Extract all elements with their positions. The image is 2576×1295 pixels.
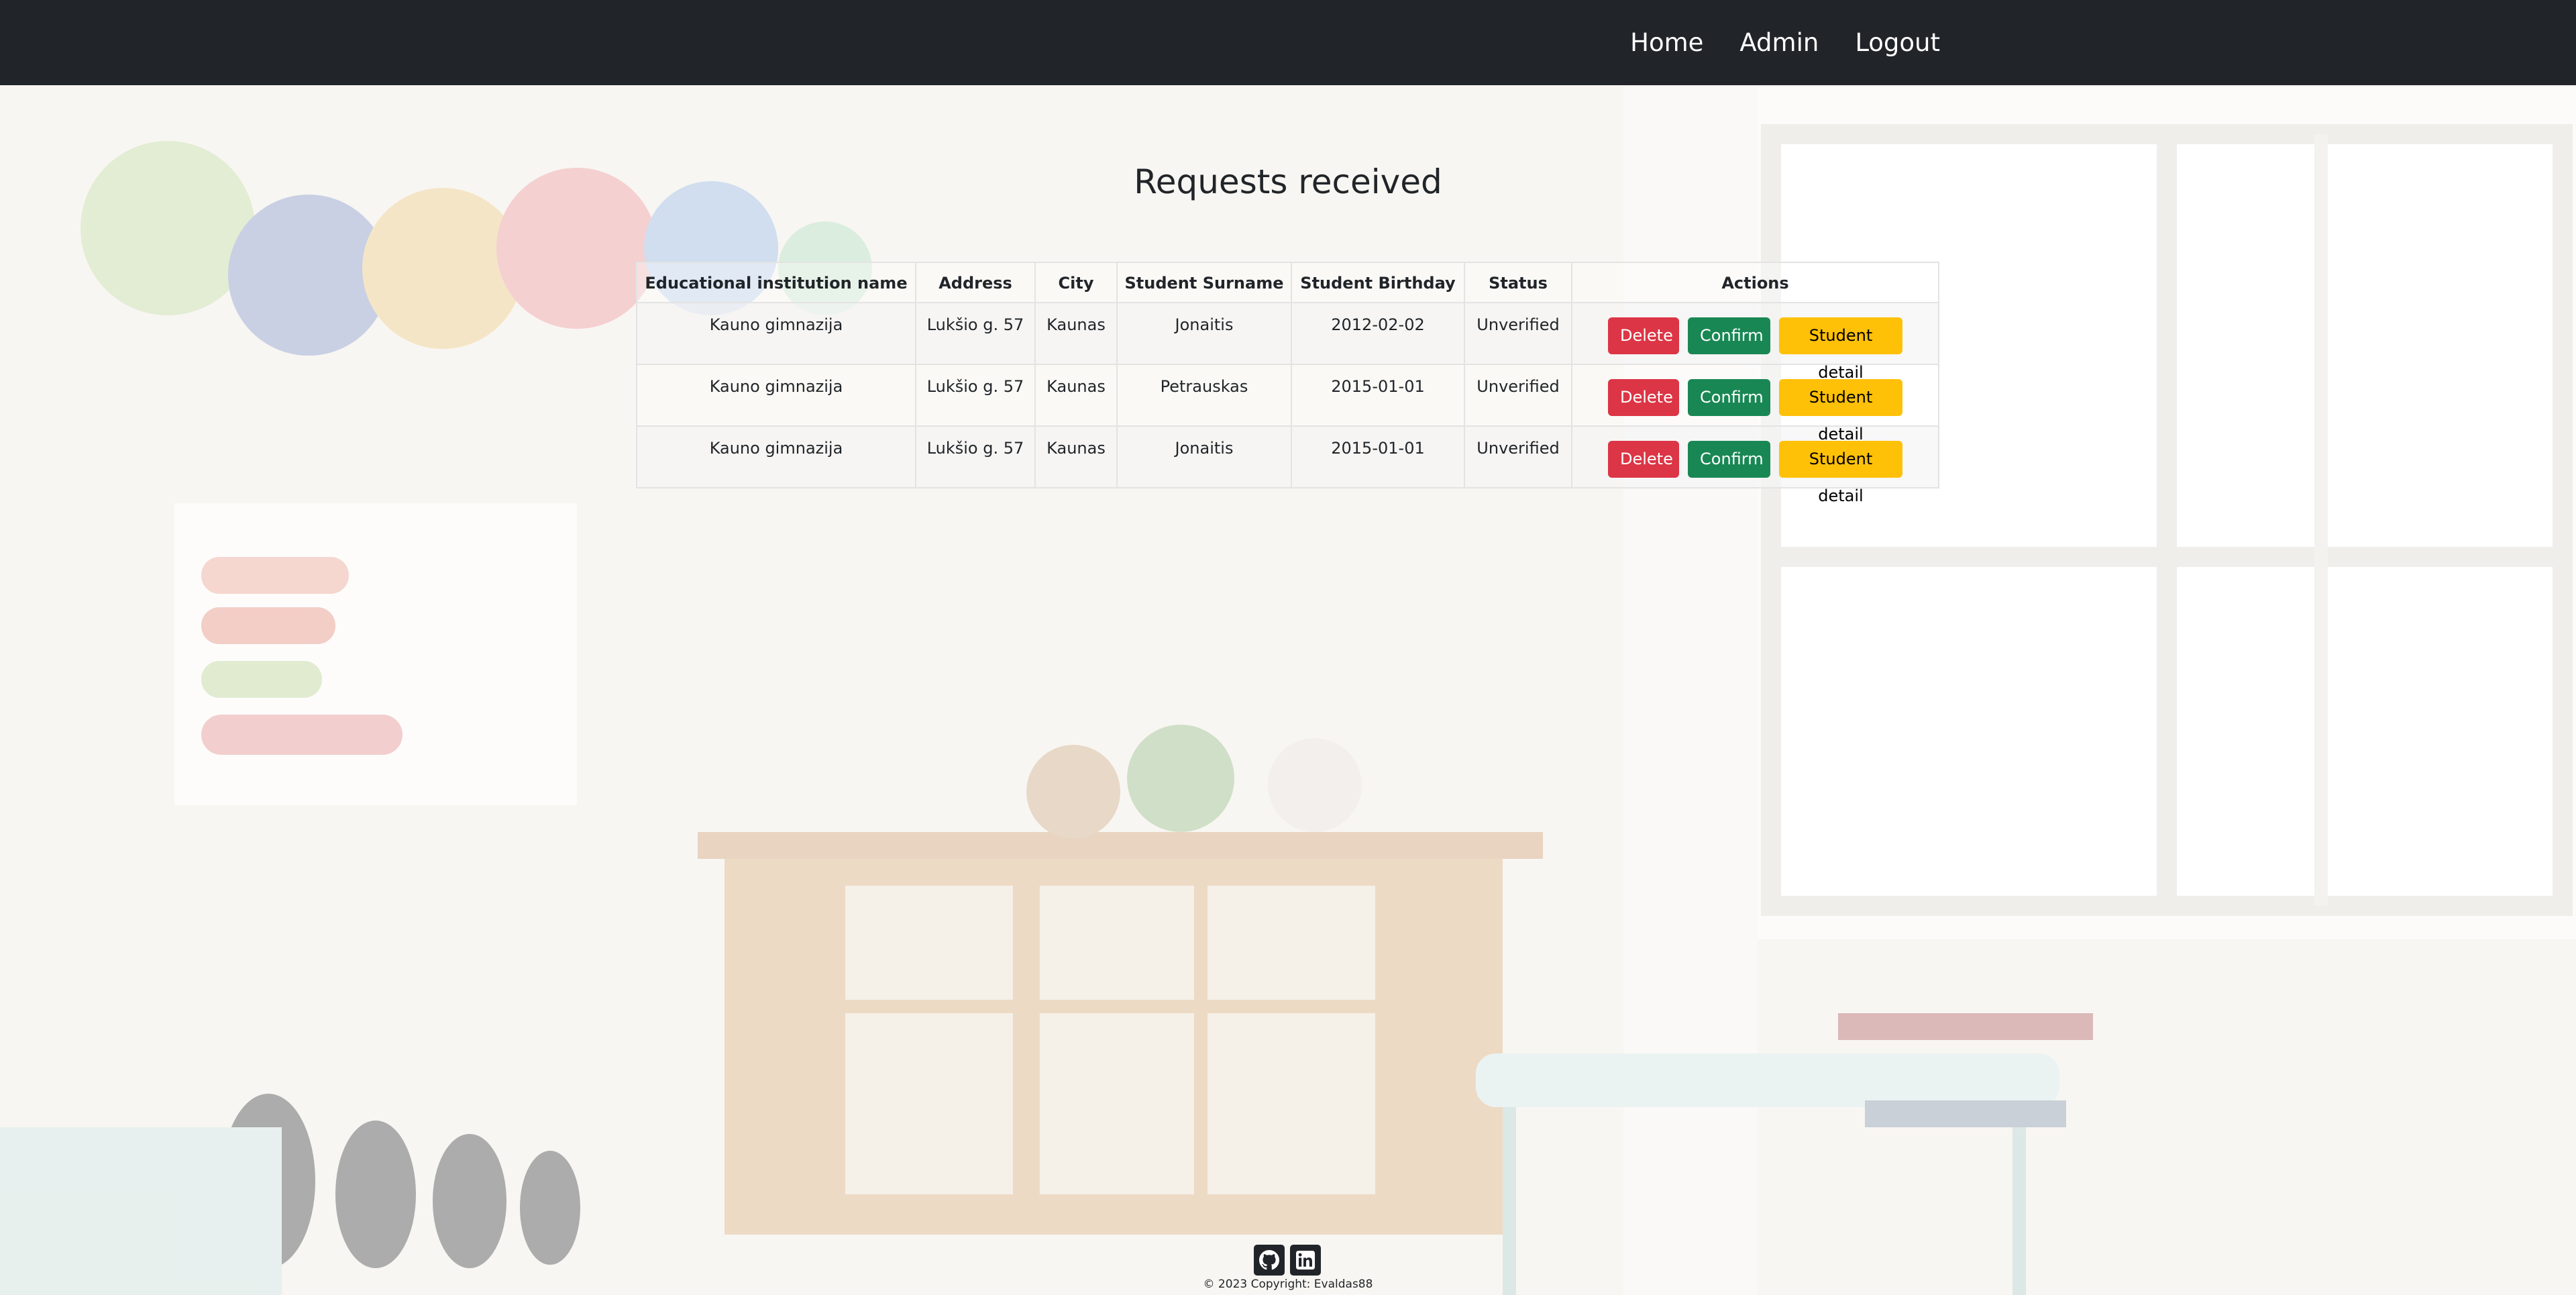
confirm-button[interactable]: Confirm xyxy=(1688,441,1770,478)
cell-institution: Kauno gimnazija xyxy=(636,364,916,427)
delete-button[interactable]: Delete xyxy=(1608,441,1679,478)
cell-address: Lukšio g. 57 xyxy=(915,302,1036,365)
row-actions: Delete Confirm Student detail xyxy=(1579,312,1931,382)
cell-surname: Jonaitis xyxy=(1116,302,1292,365)
page-title: Requests received xyxy=(1134,162,1442,201)
table-row: Kauno gimnazija Lukšio g. 57 Kaunas Jona… xyxy=(636,425,1939,505)
cell-birthday: 2015-01-01 xyxy=(1291,364,1465,427)
cell-address: Lukšio g. 57 xyxy=(915,425,1036,488)
requests-table-container: Educational institution name Address Cit… xyxy=(636,262,1939,505)
confirm-button[interactable]: Confirm xyxy=(1688,317,1770,354)
header-city: City xyxy=(1034,262,1118,303)
cell-status: Unverified xyxy=(1464,302,1572,365)
table-row: Kauno gimnazija Lukšio g. 57 Kaunas Petr… xyxy=(636,364,1939,444)
nav-links: Home Admin Logout xyxy=(1630,0,1940,85)
header-address: Address xyxy=(915,262,1036,303)
cell-birthday: 2012-02-02 xyxy=(1291,302,1465,365)
cell-address: Lukšio g. 57 xyxy=(915,364,1036,427)
github-icon-glyph xyxy=(1259,1250,1279,1270)
cell-status: Unverified xyxy=(1464,425,1572,488)
cell-actions: Delete Confirm Student detail xyxy=(1571,364,1939,444)
cell-institution: Kauno gimnazija xyxy=(636,302,916,365)
cell-birthday: 2015-01-01 xyxy=(1291,425,1465,488)
delete-button[interactable]: Delete xyxy=(1608,379,1679,416)
cell-city: Kaunas xyxy=(1034,364,1118,427)
header-status: Status xyxy=(1464,262,1572,303)
student-detail-button[interactable]: Student detail xyxy=(1779,379,1902,444)
delete-button[interactable]: Delete xyxy=(1608,317,1679,354)
cell-institution: Kauno gimnazija xyxy=(636,425,916,488)
cell-surname: Petrauskas xyxy=(1116,364,1292,427)
navbar: Home Admin Logout xyxy=(0,0,2576,85)
row-actions: Delete Confirm Student detail xyxy=(1579,435,1931,505)
nav-logout-link[interactable]: Logout xyxy=(1855,28,1940,57)
cell-city: Kaunas xyxy=(1034,425,1118,488)
linkedin-icon[interactable] xyxy=(1290,1245,1321,1276)
nav-admin-link[interactable]: Admin xyxy=(1739,28,1819,57)
linkedin-icon-glyph xyxy=(1296,1251,1315,1270)
student-detail-button[interactable]: Student detail xyxy=(1779,441,1902,505)
nav-home-link[interactable]: Home xyxy=(1630,28,1703,57)
header-birthday: Student Birthday xyxy=(1291,262,1465,303)
cell-status: Unverified xyxy=(1464,364,1572,427)
copyright-text: © 2023 Copyright: Evaldas88 xyxy=(1203,1278,1373,1291)
header-actions: Actions xyxy=(1571,262,1939,303)
cell-actions: Delete Confirm Student detail xyxy=(1571,425,1939,505)
cell-actions: Delete Confirm Student detail xyxy=(1571,302,1939,382)
student-detail-button[interactable]: Student detail xyxy=(1779,317,1902,382)
confirm-button[interactable]: Confirm xyxy=(1688,379,1770,416)
github-icon[interactable] xyxy=(1254,1245,1285,1276)
header-institution: Educational institution name xyxy=(636,262,916,303)
table-header-row: Educational institution name Address Cit… xyxy=(636,262,1939,303)
table-row: Kauno gimnazija Lukšio g. 57 Kaunas Jona… xyxy=(636,302,1939,382)
header-surname: Student Surname xyxy=(1116,262,1292,303)
footer-social-links xyxy=(1254,1245,1321,1276)
row-actions: Delete Confirm Student detail xyxy=(1579,374,1931,444)
cell-surname: Jonaitis xyxy=(1116,425,1292,488)
cell-city: Kaunas xyxy=(1034,302,1118,365)
requests-table: Educational institution name Address Cit… xyxy=(636,262,1939,505)
